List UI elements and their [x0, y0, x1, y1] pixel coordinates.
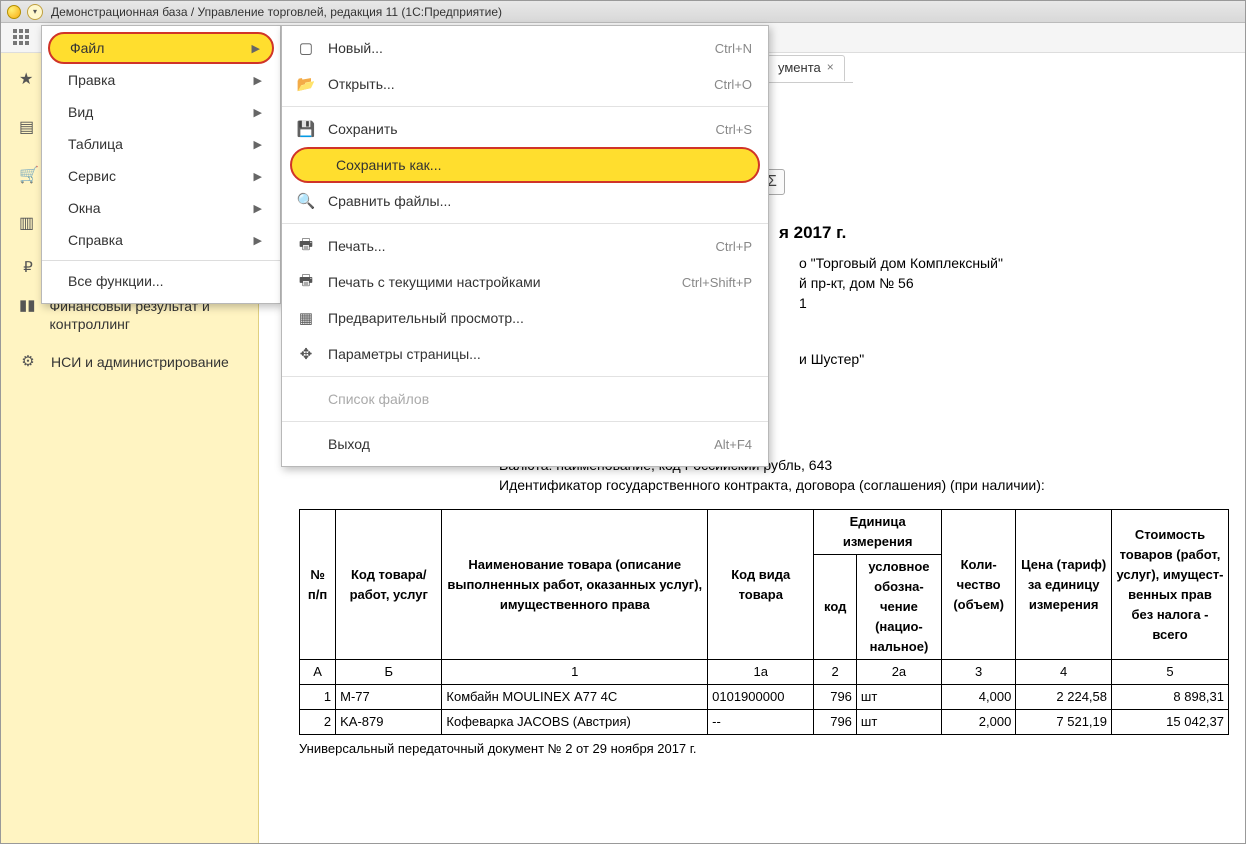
menu-item-icon: 🖶	[294, 236, 318, 256]
submenu-item[interactable]: ▢ Новый...Ctrl+N	[282, 30, 768, 66]
submenu-item[interactable]: Сохранить как...	[290, 147, 760, 183]
seller-frag3: 1	[799, 293, 1229, 313]
th-sum: Стоимость товаров (работ, услуг), имущес…	[1112, 510, 1229, 660]
menu-item[interactable]: Правка▶	[42, 64, 280, 96]
th-qty: Коли- чество (объем)	[941, 510, 1015, 660]
seller-frag4: и Шустер"	[799, 349, 1229, 369]
menu-item[interactable]: Сервис▶	[42, 160, 280, 192]
ruble-icon: ₽	[19, 259, 37, 277]
menu-item-icon	[302, 155, 326, 175]
menu-item-label: Список файлов	[328, 391, 752, 407]
th-num: № п/п	[300, 510, 336, 660]
menu-item-label: Предварительный просмотр...	[328, 310, 752, 326]
th-unitcode: код	[814, 555, 857, 660]
menu-item-icon: 🔍	[294, 191, 318, 211]
subheader-row: А Б 1 1а 2 2а 3 4 5	[300, 660, 1229, 685]
tabstrip: умента ×	[759, 53, 853, 83]
sidebar-label: НСИ и администрирование	[51, 353, 229, 371]
submenu-item[interactable]: 📂 Открыть...Ctrl+O	[282, 66, 768, 102]
file-submenu: ▢ Новый...Ctrl+N 📂 Открыть...Ctrl+O 💾 Сохрани…	[281, 25, 769, 467]
menu-item[interactable]: Справка▶	[42, 224, 280, 256]
menu-item-shortcut: Ctrl+P	[716, 239, 752, 254]
menu-item-icon: 💾	[294, 119, 318, 139]
menu-item-shortcut: Ctrl+N	[715, 41, 752, 56]
submenu-item: Список файлов	[282, 381, 768, 417]
menu-item-icon: ✥	[294, 344, 318, 364]
seller-frag2: й пр-кт, дом № 56	[799, 273, 1229, 293]
submenu-item[interactable]: 💾 СохранитьCtrl+S	[282, 111, 768, 147]
menu-item[interactable]: Все функции...	[42, 265, 280, 297]
menu-item-icon: ▢	[294, 38, 318, 58]
menu-item-shortcut: Alt+F4	[714, 437, 752, 452]
th-kind: Код вида товара	[708, 510, 814, 660]
menu-item-label: Параметры страницы...	[328, 346, 752, 362]
app-logo-icon	[7, 5, 21, 19]
bars-icon: ▮▮	[19, 297, 36, 315]
menu-item-label: Сохранить	[328, 121, 716, 137]
th-unitname: условное обозна- чение (нацио- нальное)	[856, 555, 941, 660]
submenu-item[interactable]: ✥ Параметры страницы...	[282, 336, 768, 372]
menu-item-label: Открыть...	[328, 76, 714, 92]
close-icon[interactable]: ×	[827, 60, 834, 74]
menu-item-shortcut: Ctrl+O	[714, 77, 752, 92]
submenu-item[interactable]: 🖶 Печать...Ctrl+P	[282, 228, 768, 264]
menu-item-label: Сравнить файлы...	[328, 193, 752, 209]
menu-item-label: Печать с текущими настройками	[328, 274, 682, 290]
menu-item-shortcut: Ctrl+S	[716, 122, 752, 137]
menu-item-icon: ▦	[294, 308, 318, 328]
submenu-item[interactable]: 🔍 Сравнить файлы...	[282, 183, 768, 219]
th-price: Цена (тариф) за единицу измерения	[1016, 510, 1112, 660]
menu-item-label: Новый...	[328, 40, 715, 56]
seller-frag1: о "Торговый дом Комплексный"	[799, 253, 1229, 273]
tab-document[interactable]: умента ×	[767, 55, 845, 81]
invoice-table: № п/п Код товара/ работ, услуг Наименова…	[299, 509, 1229, 735]
menu-item-label: Выход	[328, 436, 714, 452]
apps-grid-icon[interactable]	[13, 29, 29, 45]
doc-footnote: Универсальный передаточный документ № 2 …	[299, 739, 1229, 759]
contract-line: Идентификатор государственного контракта…	[499, 475, 1229, 495]
gear-icon: ⚙	[19, 353, 37, 371]
main-menu: Файл▶Правка▶Вид▶Таблица▶Сервис▶Окна▶Спра…	[41, 25, 281, 304]
window-title: Демонстрационная база / Управление торго…	[51, 5, 502, 19]
menu-item-label: Сохранить как...	[336, 157, 744, 173]
th-name: Наименование товара (описание выполненны…	[442, 510, 708, 660]
submenu-item[interactable]: 🖶 Печать с текущими настройкамиCtrl+Shift…	[282, 264, 768, 300]
th-code: Код товара/ работ, услуг	[336, 510, 442, 660]
menu-item-icon: 📂	[294, 74, 318, 94]
menu-item-shortcut: Ctrl+Shift+P	[682, 275, 752, 290]
tab-label: умента	[778, 60, 821, 75]
menu-item-icon	[294, 389, 318, 409]
submenu-item[interactable]: ВыходAlt+F4	[282, 426, 768, 462]
table-row: 1 M-77 Комбайн MOULINEX А77 4С 010190000…	[300, 685, 1229, 710]
table-row: 2 KA-879 Кофеварка JACOBS (Австрия) -- 7…	[300, 710, 1229, 735]
menu-item[interactable]: Таблица▶	[42, 128, 280, 160]
menu-item-icon	[294, 434, 318, 454]
titlebar-dropdown[interactable]: ▾	[27, 4, 43, 20]
titlebar: ▾ Демонстрационная база / Управление тор…	[1, 1, 1245, 23]
menu-item[interactable]: Файл▶	[48, 32, 274, 64]
submenu-item[interactable]: ▦ Предварительный просмотр...	[282, 300, 768, 336]
menu-item[interactable]: Вид▶	[42, 96, 280, 128]
menu-item-label: Печать...	[328, 238, 716, 254]
sidebar-item-admin[interactable]: ⚙ НСИ и администрирование	[1, 343, 258, 381]
doc-date-fragment: я 2017 г.	[779, 223, 1229, 243]
menu-item-icon: 🖶	[294, 272, 318, 292]
menu-item[interactable]: Окна▶	[42, 192, 280, 224]
th-unit: Единица измерения	[814, 510, 942, 555]
